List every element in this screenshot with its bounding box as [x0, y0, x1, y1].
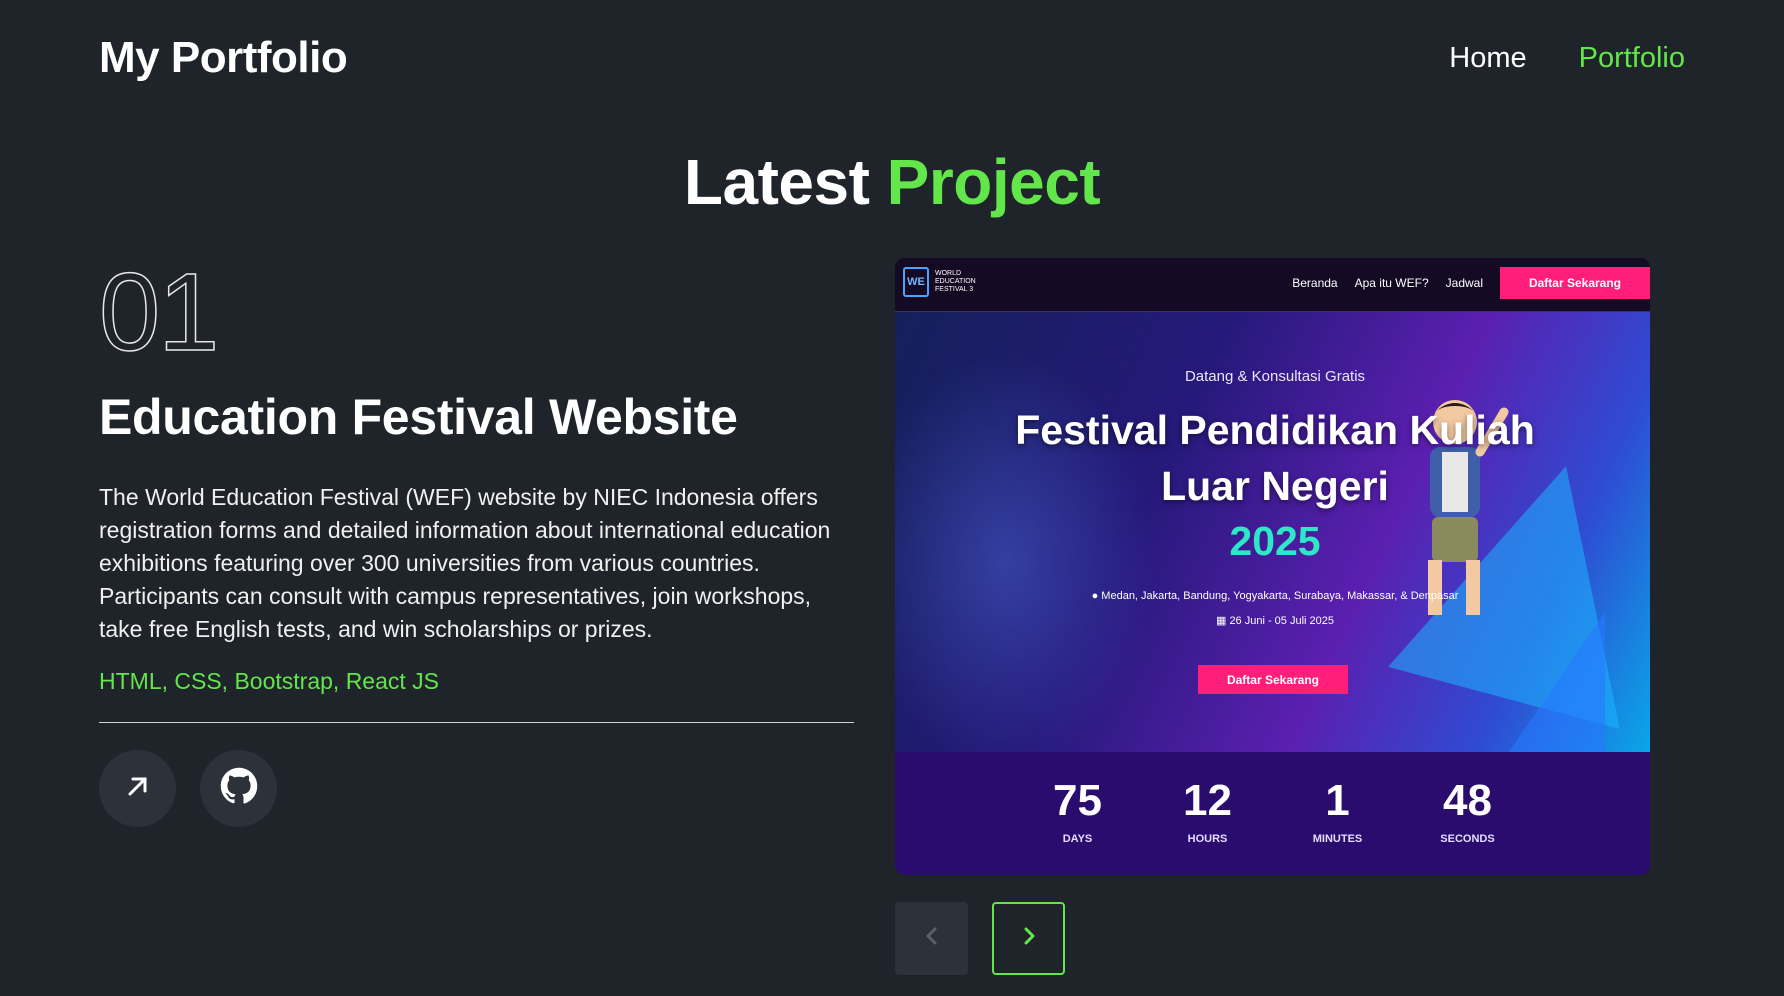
github-button[interactable] — [200, 750, 277, 827]
project-details: 01 Education Festival Website The World … — [98, 251, 855, 827]
screenshot-nav-item: Apa itu WEF? — [1354, 275, 1429, 290]
arrow-up-right-icon — [123, 771, 153, 806]
hero-title-line-1: Festival Pendidikan Kuliah — [1015, 407, 1535, 453]
countdown-label: SECONDS — [1440, 833, 1495, 845]
section-title: Latest Project — [0, 145, 1784, 219]
countdown-item: 12 HOURS — [1143, 752, 1273, 875]
hero-year: 2025 — [1229, 518, 1321, 564]
hero-dates: ▦ 26 Juni - 05 Juli 2025 — [895, 614, 1650, 627]
calendar-icon: ▦ — [1215, 615, 1227, 627]
project-number: 01 — [98, 251, 220, 374]
previous-project-button[interactable] — [895, 902, 968, 975]
divider — [99, 722, 854, 723]
screenshot-hero: Datang & Konsultasi Gratis Festival Pend… — [895, 312, 1650, 752]
countdown-item: 48 SECONDS — [1403, 752, 1533, 875]
wef-logo: WE WORLD EDUCATION FESTIVAL 3 — [903, 267, 995, 297]
hero-locations-text: Medan, Jakarta, Bandung, Yogyakarta, Sur… — [1101, 590, 1459, 602]
screenshot-nav-item: Jadwal — [1445, 275, 1483, 290]
countdown-item: 1 MINUTES — [1273, 752, 1403, 875]
countdown-value: 75 — [1053, 776, 1102, 825]
countdown-value: 12 — [1183, 776, 1232, 825]
section-title-accent: Project — [886, 146, 1101, 218]
countdown-label: MINUTES — [1312, 833, 1363, 845]
nav-home[interactable]: Home — [1449, 42, 1526, 75]
wef-logo-text: WORLD EDUCATION FESTIVAL 3 — [935, 270, 976, 293]
hero-dates-text: 26 Juni - 05 Juli 2025 — [1229, 615, 1335, 627]
hero-title: Festival Pendidikan Kuliah Luar Negeri — [895, 402, 1650, 514]
wef-logo-mark: WE — [903, 267, 929, 297]
screenshot-nav-item: Beranda — [1292, 275, 1338, 290]
hero-register-button: Daftar Sekarang — [1198, 665, 1348, 694]
countdown-label: DAYS — [1062, 833, 1093, 845]
nav-portfolio[interactable]: Portfolio — [1579, 42, 1685, 75]
site-header: My Portfolio Home Portfolio — [99, 30, 1685, 86]
countdown-value: 48 — [1443, 776, 1492, 825]
project-description: The World Education Festival (WEF) websi… — [99, 484, 831, 642]
hero-title-line-2: Luar Negeri — [1161, 463, 1389, 509]
countdown: 75 DAYS 12 HOURS 1 MINUTES 48 SECONDS — [895, 752, 1650, 875]
next-project-button[interactable] — [992, 902, 1065, 975]
hero-locations: ● Medan, Jakarta, Bandung, Yogyakarta, S… — [895, 590, 1650, 602]
section-title-main: Latest — [683, 146, 870, 218]
project-links — [99, 750, 855, 827]
main-nav: Home Portfolio — [1449, 42, 1685, 75]
chevron-right-icon — [1017, 924, 1041, 953]
live-demo-button[interactable] — [99, 750, 176, 827]
slider-controls — [895, 902, 1065, 975]
github-icon — [220, 767, 258, 810]
chevron-left-icon — [920, 924, 944, 953]
site-logo[interactable]: My Portfolio — [99, 33, 348, 83]
countdown-value: 1 — [1325, 776, 1350, 825]
hero-triangle-decoration — [1495, 612, 1605, 752]
project-screenshot: WE WORLD EDUCATION FESTIVAL 3 Beranda Ap… — [895, 258, 1650, 875]
countdown-label: HOURS — [1187, 833, 1228, 845]
screenshot-register-button: Daftar Sekarang — [1500, 266, 1650, 299]
project-title: Education Festival Website — [99, 389, 738, 445]
location-pin-icon: ● — [1091, 590, 1099, 602]
hero-subtitle: Datang & Konsultasi Gratis — [1184, 368, 1366, 385]
screenshot-navbar: WE WORLD EDUCATION FESTIVAL 3 Beranda Ap… — [895, 258, 1650, 312]
project-tech-stack: HTML, CSS, Bootstrap, React JS — [99, 668, 440, 694]
screenshot-nav-links: Beranda Apa itu WEF? Jadwal Daftar Sekar… — [1292, 266, 1650, 299]
countdown-item: 75 DAYS — [1013, 752, 1143, 875]
